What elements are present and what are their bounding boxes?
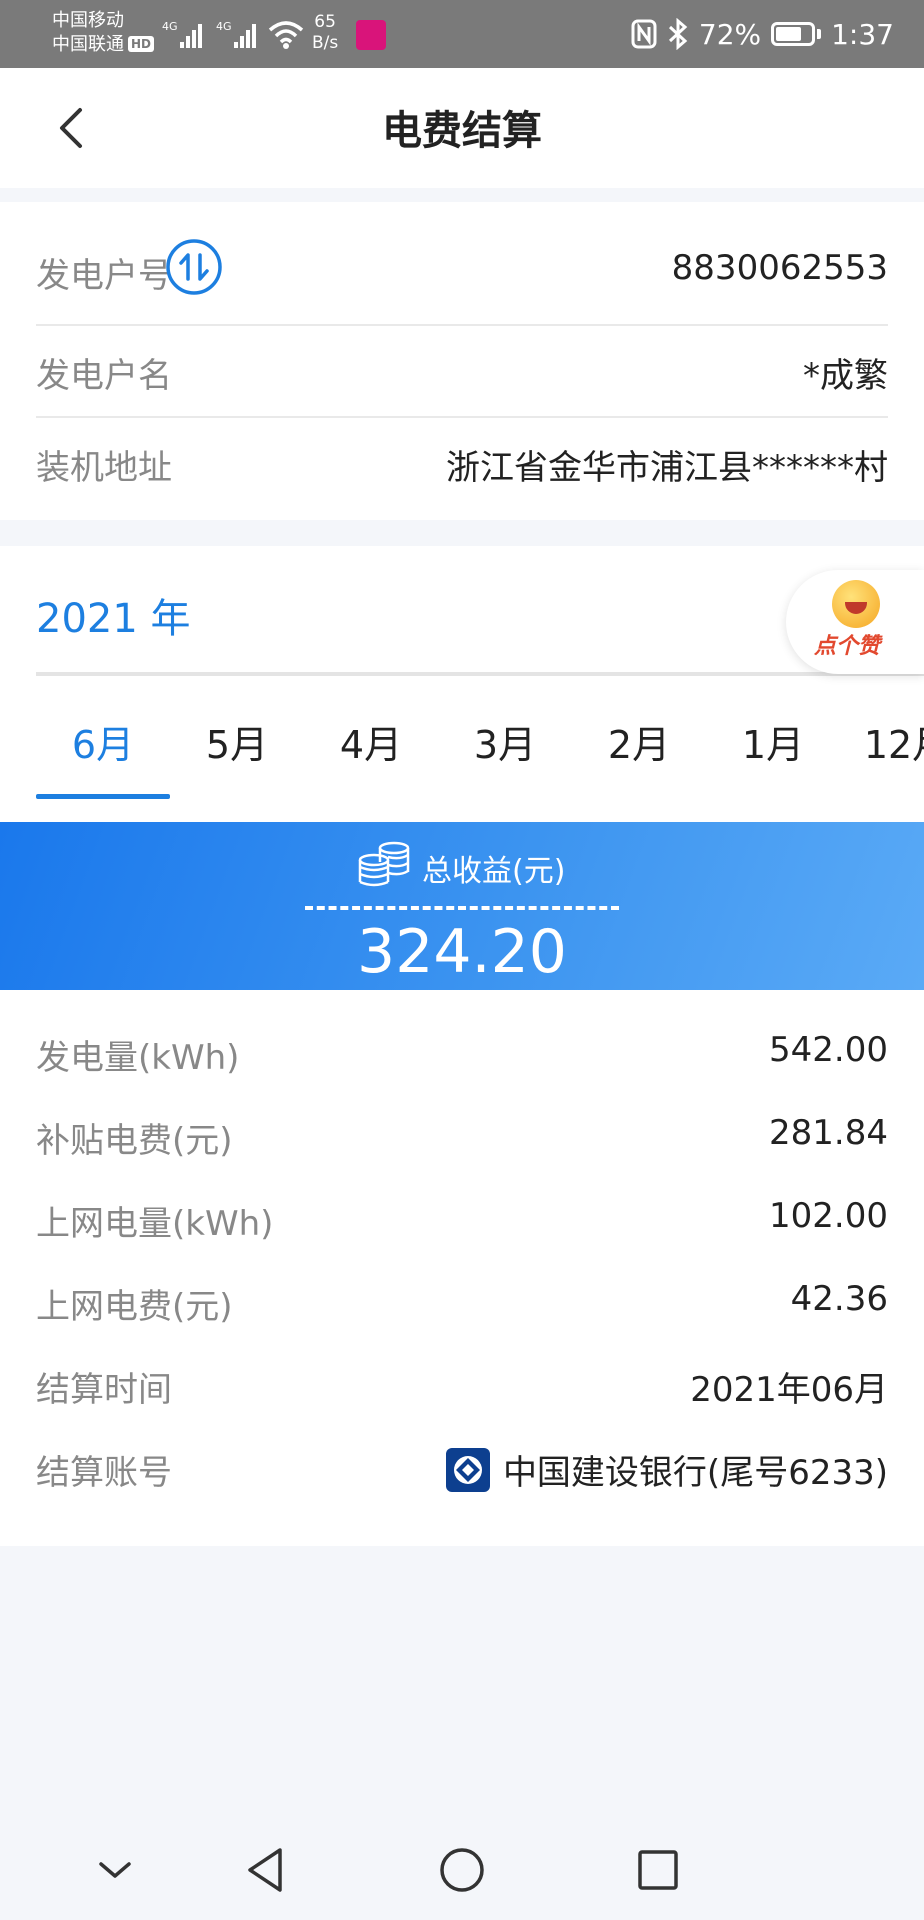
carrier-2: 中国联通 bbox=[52, 34, 124, 55]
like-button[interactable]: 点个赞 bbox=[786, 570, 924, 674]
month-tab[interactable]: 2月 bbox=[572, 706, 706, 796]
page-title: 电费结算 bbox=[382, 108, 542, 154]
app-screen: 中国移动 中国联通 HD 4G 4G 65 B/s 72% 1:37 电费结算 … bbox=[0, 0, 924, 1920]
detail-label: 上网电费(元) bbox=[36, 1287, 233, 1327]
address-label: 装机地址 bbox=[36, 448, 172, 488]
chevron-left-icon bbox=[60, 108, 82, 148]
battery-percent: 72% bbox=[698, 17, 762, 51]
account-number-value: 8830062553 bbox=[671, 248, 888, 288]
detail-label: 补贴电费(元) bbox=[36, 1121, 233, 1161]
net-speed: 65 B/s bbox=[312, 12, 338, 54]
switch-account-button[interactable] bbox=[164, 237, 224, 297]
coins-icon bbox=[358, 841, 410, 887]
detail-row-settle-time: 结算时间 2021年06月 bbox=[36, 1362, 888, 1412]
chevron-down-icon[interactable] bbox=[85, 1840, 145, 1900]
svg-text:4G: 4G bbox=[162, 20, 178, 33]
system-nav-bar bbox=[0, 1820, 924, 1920]
back-button[interactable] bbox=[50, 98, 100, 158]
account-info-card: 发电户号 8830062553 发电户名 *成繁 装机地址 浙江省金华市浦江县*… bbox=[0, 202, 924, 520]
detail-value: 102.00 bbox=[769, 1196, 888, 1236]
home-circle-icon[interactable] bbox=[432, 1840, 492, 1900]
detail-value: 542.00 bbox=[769, 1030, 888, 1070]
account-name-label: 发电户名 bbox=[36, 356, 172, 396]
total-income-banner: 总收益(元) 324.20 bbox=[0, 822, 924, 990]
nfc-icon bbox=[631, 19, 657, 49]
detail-row-subsidy: 补贴电费(元) 281.84 bbox=[36, 1113, 888, 1163]
year-selector[interactable]: 2021 年 bbox=[36, 586, 191, 644]
divider bbox=[36, 324, 888, 326]
month-tab[interactable]: 3月 bbox=[438, 706, 572, 796]
recents-square-icon[interactable] bbox=[628, 1840, 688, 1900]
month-tab[interactable]: 4月 bbox=[304, 706, 438, 796]
carrier-info: 中国移动 中国联通 HD bbox=[52, 9, 155, 57]
address-value: 浙江省金华市浦江县******村 bbox=[446, 448, 888, 488]
month-tab[interactable]: 12月 bbox=[840, 706, 924, 796]
header-bar: 电费结算 bbox=[0, 68, 924, 188]
active-month-indicator bbox=[36, 794, 170, 799]
ccb-bank-icon bbox=[445, 1447, 490, 1492]
back-triangle-icon[interactable] bbox=[236, 1840, 296, 1900]
total-income-value: 324.20 bbox=[357, 917, 567, 987]
cell-signal-1-icon: 4G bbox=[162, 20, 202, 48]
clock: 1:37 bbox=[831, 17, 894, 51]
account-number-label: 发电户号 bbox=[36, 256, 172, 296]
detail-row-settle-account: 结算账号 中国建设银行(尾号6233) bbox=[36, 1445, 888, 1495]
detail-row-grid-energy: 上网电量(kWh) 102.00 bbox=[36, 1196, 888, 1246]
account-name-value: *成繁 bbox=[803, 356, 888, 396]
detail-value: 281.84 bbox=[769, 1113, 888, 1153]
hd-badge: HD bbox=[128, 36, 155, 52]
net-speed-unit: B/s bbox=[312, 33, 339, 53]
detail-label: 结算账号 bbox=[36, 1453, 172, 1493]
divider bbox=[36, 672, 924, 676]
detail-row-generation: 发电量(kWh) 542.00 bbox=[36, 1030, 888, 1080]
net-speed-value: 65 bbox=[314, 12, 336, 32]
detail-value: 42.36 bbox=[790, 1279, 888, 1319]
divider bbox=[36, 416, 888, 418]
month-tab[interactable]: 5月 bbox=[170, 706, 304, 796]
status-right: 72% 1:37 bbox=[631, 0, 894, 68]
detail-row-grid-fee: 上网电费(元) 42.36 bbox=[36, 1279, 888, 1329]
cell-signal-2-icon: 4G bbox=[216, 20, 256, 48]
smiley-icon bbox=[832, 580, 880, 628]
swap-icon bbox=[166, 239, 222, 295]
wifi-icon bbox=[268, 21, 304, 49]
carrier-1: 中国移动 bbox=[52, 10, 124, 31]
bank-account-text: 中国建设银行(尾号6233) bbox=[502, 1453, 888, 1493]
month-tab[interactable]: 6月 bbox=[36, 706, 170, 796]
svg-text:4G: 4G bbox=[216, 20, 232, 33]
notification-app-icon bbox=[356, 20, 386, 50]
detail-value: 2021年06月 bbox=[690, 1370, 888, 1410]
detail-value: 中国建设银行(尾号6233) bbox=[445, 1445, 888, 1494]
month-tabs: 6月 5月 4月 3月 2月 1月 12月 bbox=[0, 706, 924, 796]
total-income-label: 总收益(元) bbox=[422, 854, 566, 889]
month-tab[interactable]: 1月 bbox=[706, 706, 840, 796]
status-bar: 中国移动 中国联通 HD 4G 4G 65 B/s 72% 1:37 bbox=[0, 0, 924, 68]
detail-label: 发电量(kWh) bbox=[36, 1038, 240, 1078]
bluetooth-icon bbox=[668, 18, 688, 50]
detail-label: 上网电量(kWh) bbox=[36, 1204, 274, 1244]
detail-label: 结算时间 bbox=[36, 1370, 172, 1410]
dashed-divider bbox=[305, 906, 619, 910]
like-label: 点个赞 bbox=[814, 634, 881, 659]
battery-icon bbox=[771, 22, 822, 46]
